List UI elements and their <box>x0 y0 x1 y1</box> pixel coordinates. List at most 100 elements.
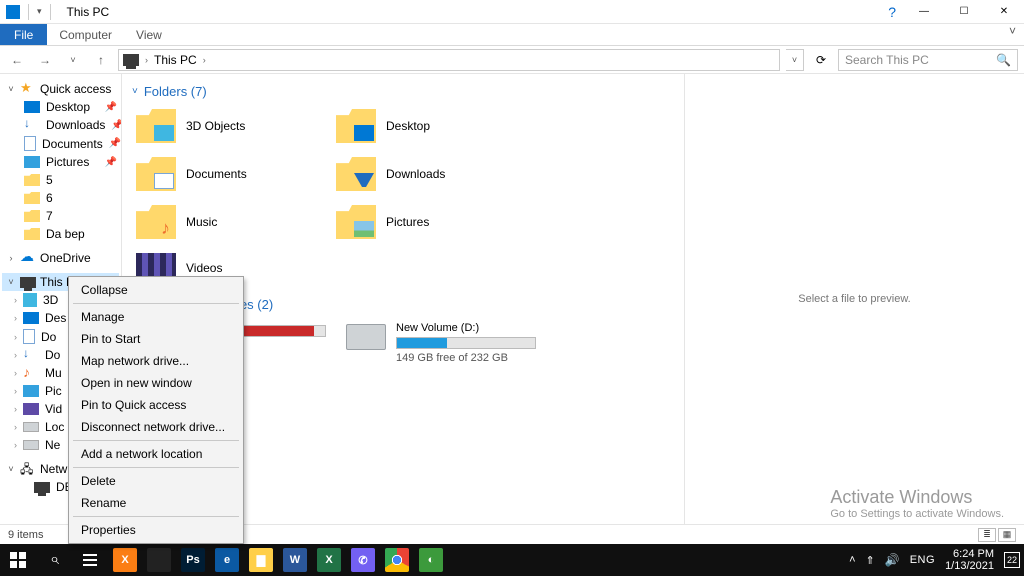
context-menu-item[interactable]: Manage <box>69 306 243 328</box>
tray-action-center[interactable]: 22 <box>1004 552 1020 568</box>
folder-icon <box>136 205 176 239</box>
context-menu-item[interactable]: Collapse <box>69 279 243 301</box>
nav-back-button[interactable]: ← <box>6 49 28 71</box>
taskbar-app-photoshop[interactable]: Ps <box>176 544 210 576</box>
folder-item[interactable]: Documents <box>132 153 322 195</box>
nav-forward-button[interactable]: → <box>34 49 56 71</box>
taskbar-app-edge[interactable]: e <box>210 544 244 576</box>
ribbon-tab-computer[interactable]: Computer <box>47 24 124 45</box>
pin-icon: 📌 <box>105 157 117 168</box>
folder-item[interactable]: 3D Objects <box>132 105 322 147</box>
nav-up-button[interactable]: ↑ <box>90 49 112 71</box>
tray-overflow-icon[interactable] <box>849 554 855 566</box>
tray-volume-icon[interactable] <box>885 553 900 567</box>
pc-icon <box>123 54 139 66</box>
taskbar-app-unknown-2[interactable]: ◐ <box>414 544 448 576</box>
pic-icon <box>24 156 40 168</box>
context-menu-item[interactable]: Add a network location <box>69 443 243 465</box>
search-input[interactable]: Search This PC 🔍 <box>838 49 1018 71</box>
pc-icon <box>34 482 50 493</box>
desk-icon <box>24 101 40 113</box>
breadcrumb-history-dropdown[interactable]: ˅ <box>786 49 804 71</box>
pic-icon <box>23 385 39 397</box>
folder-icon <box>336 205 376 239</box>
start-button[interactable] <box>0 544 36 576</box>
nav-item[interactable]: 6 <box>2 189 119 207</box>
view-switch-icons[interactable]: ▦ <box>998 528 1016 542</box>
nav-group-quick-access[interactable]: ˅ Quick access <box>2 80 119 98</box>
dl-icon <box>24 118 40 132</box>
quick-access-toolbar: ▾ <box>0 4 61 20</box>
context-menu-item[interactable]: Disconnect network drive... <box>69 416 243 438</box>
view-switch-details[interactable]: ≣ <box>978 528 996 542</box>
section-header-folders[interactable]: ˅ Folders (7) <box>132 84 674 99</box>
context-menu-item[interactable]: Open in new window <box>69 372 243 394</box>
refresh-button[interactable]: ⟳ <box>810 49 832 71</box>
nav-group-onedrive[interactable]: › OneDrive <box>2 249 119 267</box>
folder-item[interactable]: Pictures <box>332 201 522 243</box>
taskbar-search-button[interactable] <box>36 544 72 576</box>
chevron-right-icon[interactable]: › <box>145 55 148 65</box>
context-menu-item[interactable]: Delete <box>69 470 243 492</box>
nav-item[interactable]: Da bep <box>2 225 119 243</box>
drive-capacity-bar <box>396 337 536 349</box>
breadcrumb-bar[interactable]: › This PC › <box>118 49 780 71</box>
ribbon-expand-icon[interactable]: ˅ <box>1001 24 1024 45</box>
context-menu-item[interactable]: Properties <box>69 519 243 541</box>
activate-windows-watermark: Activate Windows Go to Settings to activ… <box>830 487 1004 520</box>
folder-icon <box>336 109 376 143</box>
context-menu-item[interactable]: Rename <box>69 492 243 514</box>
taskbar-app-excel[interactable]: X <box>312 544 346 576</box>
taskbar-app-unknown[interactable] <box>142 544 176 576</box>
maximize-button[interactable]: ☐ <box>944 0 984 24</box>
context-menu: Collapse ManagePin to StartMap network dr… <box>68 276 244 544</box>
nav-item[interactable]: 5 <box>2 171 119 189</box>
taskbar: X Ps e ▇ W X ✆ ◐ ENG 6:24 PM 1/13/2021 2… <box>0 544 1024 576</box>
nav-item[interactable]: 7 <box>2 207 119 225</box>
taskbar-app-chrome[interactable] <box>380 544 414 576</box>
chevron-right-icon[interactable]: › <box>203 55 206 65</box>
doc-icon <box>23 329 35 344</box>
taskbar-app-file-explorer[interactable]: ▇ <box>244 544 278 576</box>
folder-item[interactable]: Music <box>132 201 322 243</box>
dl-icon <box>23 348 39 362</box>
tray-clock[interactable]: 6:24 PM 1/13/2021 <box>945 548 994 572</box>
help-icon[interactable]: ? <box>888 0 896 24</box>
fold-icon <box>24 174 40 186</box>
drv-icon <box>23 422 39 432</box>
minimize-button[interactable]: — <box>904 0 944 24</box>
taskbar-app-viber[interactable]: ✆ <box>346 544 380 576</box>
folder-icon <box>136 109 176 143</box>
chevron-down-icon: ˅ <box>132 86 138 97</box>
status-item-count: 9 items <box>8 529 43 541</box>
context-menu-item[interactable]: Map network drive... <box>69 350 243 372</box>
folder-item[interactable]: Desktop <box>332 105 522 147</box>
close-button[interactable]: ✕ <box>984 0 1024 24</box>
taskbar-app-xampp[interactable]: X <box>108 544 142 576</box>
nav-item[interactable]: Pictures📌 <box>2 153 119 171</box>
nav-item[interactable]: Documents📌 <box>2 134 119 153</box>
folder-icon <box>336 157 376 191</box>
folder-item[interactable]: Downloads <box>332 153 522 195</box>
ribbon-file[interactable]: File <box>0 24 47 45</box>
nav-item[interactable]: Downloads📌 <box>2 116 119 134</box>
nav-item[interactable]: Desktop📌 <box>2 98 119 116</box>
task-view-button[interactable] <box>72 544 108 576</box>
preview-empty-text: Select a file to preview. <box>798 293 911 305</box>
tray-language[interactable]: ENG <box>910 554 935 566</box>
fold-icon <box>24 228 40 240</box>
drive-item[interactable]: New Volume (D:) 149 GB free of 232 GB <box>342 318 542 368</box>
vid-icon <box>23 403 39 415</box>
breadcrumb-item[interactable]: This PC <box>154 53 197 67</box>
context-menu-item[interactable]: Pin to Start <box>69 328 243 350</box>
context-menu-item[interactable]: Pin to Quick access <box>69 394 243 416</box>
ribbon-tab-view[interactable]: View <box>124 24 174 45</box>
search-placeholder: Search This PC <box>845 53 929 67</box>
nav-recent-dropdown[interactable]: ˅ <box>62 49 84 71</box>
taskbar-app-word[interactable]: W <box>278 544 312 576</box>
qat-dropdown-icon[interactable]: ▾ <box>37 6 42 17</box>
pc-icon <box>20 277 36 288</box>
preview-pane: Select a file to preview. <box>684 74 1024 524</box>
tray-network-icon[interactable] <box>866 554 875 567</box>
drive-icon <box>346 324 386 350</box>
